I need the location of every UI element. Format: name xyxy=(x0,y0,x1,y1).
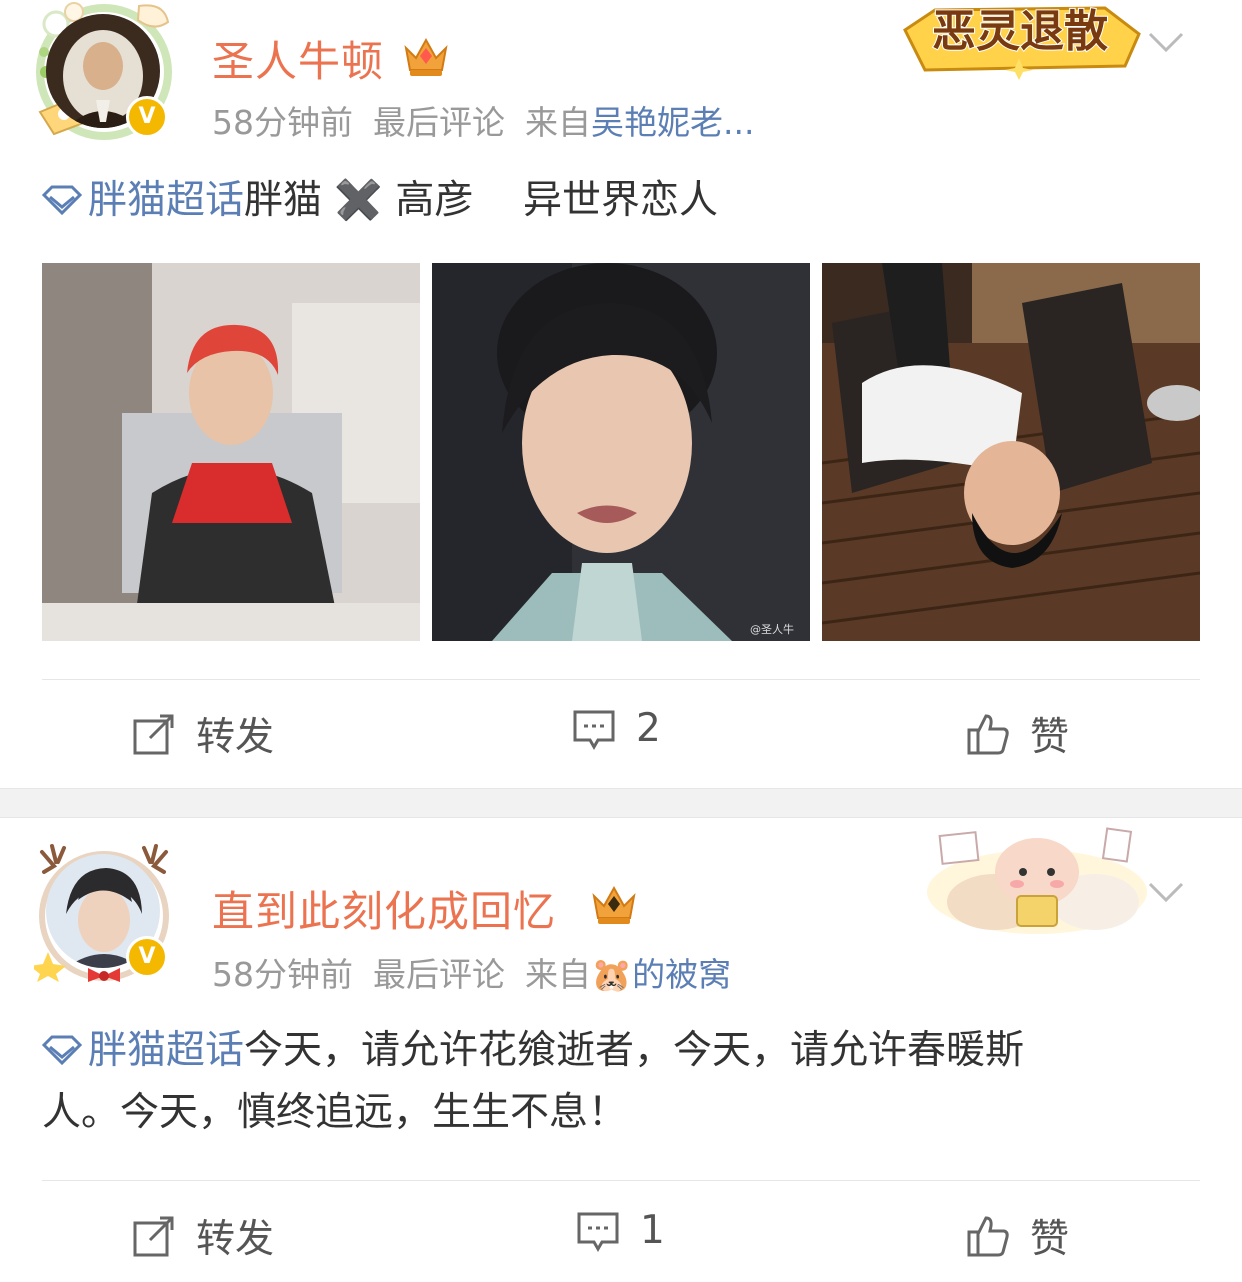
repost-label: 转发 xyxy=(196,715,275,760)
verified-badge-icon: V xyxy=(126,936,168,978)
post-meta: 58分钟前 最后评论 来自吴艳妮老... xyxy=(212,96,754,144)
like-button[interactable]: 赞 xyxy=(966,706,1069,762)
like-label: 赞 xyxy=(1030,715,1070,760)
watermark: @圣人牛 xyxy=(750,622,794,636)
username[interactable]: 直到此刻化成回忆 xyxy=(212,878,556,939)
diamond-icon xyxy=(42,185,82,215)
sticker-decoration: 恶灵退散 xyxy=(903,5,1141,80)
comment-count: 1 xyxy=(640,1208,665,1253)
repost-icon xyxy=(133,714,174,755)
comment-button[interactable]: 2 xyxy=(572,706,661,751)
post-text-continued: 人。今天，慎终追远，生生不息！ xyxy=(42,1090,628,1135)
supertopic-label: 胖猫超话 xyxy=(88,178,245,223)
post-time: 58分钟前 xyxy=(212,103,353,142)
member-crown-icon xyxy=(592,885,636,924)
thumbs-up-icon xyxy=(967,1216,1009,1257)
avatar[interactable]: V xyxy=(34,2,174,142)
sticker-text: 恶灵退散 xyxy=(932,6,1108,57)
last-comment-label: 最后评论 xyxy=(373,103,505,142)
feed-separator xyxy=(0,788,1242,818)
supertopic-link[interactable]: 胖猫超话 xyxy=(42,1028,244,1073)
chevron-down-icon[interactable] xyxy=(1148,30,1184,54)
comment-count: 2 xyxy=(636,706,661,751)
thumbs-up-icon xyxy=(967,714,1009,755)
post-image-2[interactable]: @圣人牛 xyxy=(432,263,810,641)
post-content: 胖猫超话胖猫 ✖️ 高彦 异世界恋人 xyxy=(42,170,1200,232)
post-content: 胖猫超话今天，请允许花飨逝者，今天，请允许春暖斯人。今天，慎终追远，生生不息！ xyxy=(42,1020,1200,1144)
comment-button[interactable]: 1 xyxy=(576,1208,665,1253)
image-grid: @圣人牛 xyxy=(42,263,1200,641)
username[interactable]: 圣人牛顿 xyxy=(212,28,384,89)
post-text: 胖猫 ✖️ 高彦 异世界恋人 xyxy=(244,178,718,223)
repost-button[interactable]: 转发 xyxy=(132,1208,274,1264)
verified-badge-icon: V xyxy=(126,96,168,138)
last-comment-label: 最后评论 xyxy=(373,955,505,994)
source-text: 的被窝 xyxy=(632,955,732,994)
comment-icon xyxy=(577,1212,619,1252)
feed-post: V 圣人牛顿 58分钟前 最后评论 来自吴艳妮老... 恶灵退散 胖猫超话胖猫 ✖️… xyxy=(0,0,1242,788)
source-link[interactable]: 吴艳妮老... xyxy=(591,103,754,142)
hamster-emoji: 🐹 xyxy=(591,955,633,994)
feed-post: V 直到此刻化成回忆 58分钟前 最后评论 来自🐹的被窝 胖猫超话今天，请允许花飨逝… xyxy=(0,818,1242,1282)
chevron-down-icon[interactable] xyxy=(1148,880,1184,904)
member-crown-icon xyxy=(404,37,448,76)
avatar[interactable]: V xyxy=(34,842,174,982)
like-label: 赞 xyxy=(1030,1217,1070,1262)
post-meta: 58分钟前 最后评论 来自🐹的被窝 xyxy=(212,948,731,996)
divider xyxy=(42,1180,1200,1181)
from-label: 来自 xyxy=(525,955,591,994)
post-time: 58分钟前 xyxy=(212,955,353,994)
sheep-sticker-decoration xyxy=(927,827,1147,934)
post-image-1[interactable] xyxy=(42,263,420,641)
post-image-3[interactable] xyxy=(822,263,1200,641)
from-label: 来自 xyxy=(525,103,591,142)
repost-label: 转发 xyxy=(196,1217,275,1262)
supertopic-link[interactable]: 胖猫超话 xyxy=(42,178,244,223)
comment-icon xyxy=(573,710,615,750)
repost-icon xyxy=(133,1216,174,1257)
diamond-icon xyxy=(42,1035,82,1065)
post-text: 今天，请允许花飨逝者，今天，请允许春暖斯 xyxy=(244,1028,1025,1073)
supertopic-label: 胖猫超话 xyxy=(88,1028,245,1073)
repost-button[interactable]: 转发 xyxy=(132,706,274,762)
like-button[interactable]: 赞 xyxy=(966,1208,1069,1264)
divider xyxy=(42,679,1200,680)
source-link[interactable]: 🐹的被窝 xyxy=(591,955,731,994)
